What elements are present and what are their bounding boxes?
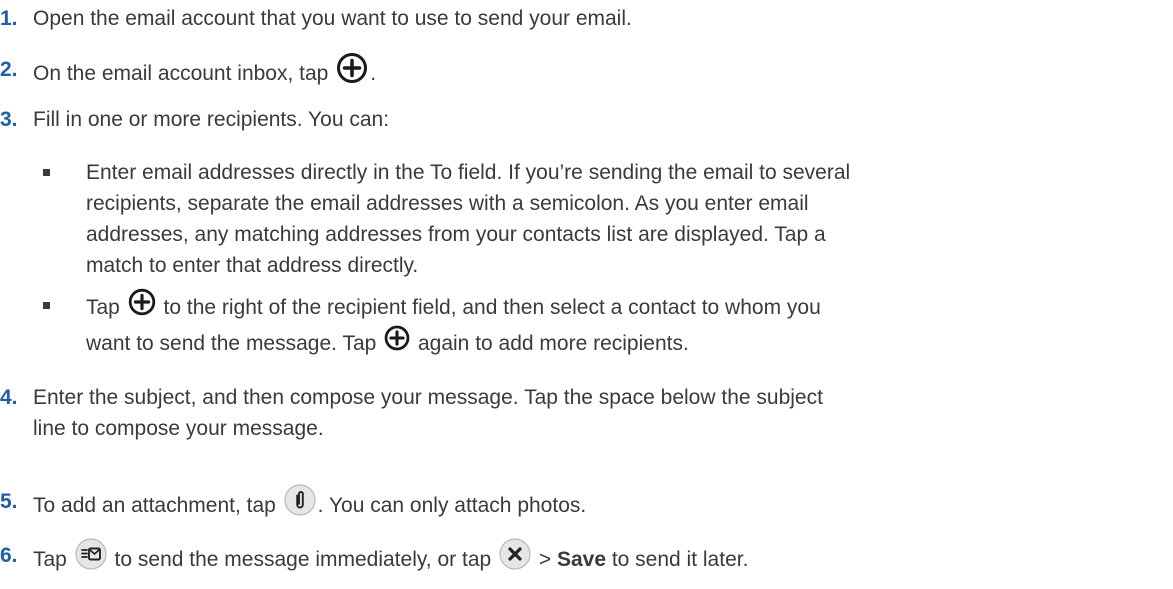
step-text: On the email account inbox, tap . [33, 52, 1170, 95]
step-text: Enter the subject, and then compose your… [33, 386, 823, 440]
paperclip-icon [284, 484, 316, 525]
close-circle-icon [499, 538, 531, 579]
step-number: 5. [0, 490, 18, 513]
plus-circle-icon [336, 52, 368, 93]
step-text: Open the email account that you want to … [33, 7, 632, 30]
bullet-marker [43, 302, 50, 309]
send-icon [75, 538, 107, 579]
bullet-text: Tap to the right of the recipient field,… [86, 288, 1168, 362]
plus-circle-icon [384, 325, 410, 360]
step-number: 2. [0, 58, 18, 81]
plus-circle-icon [128, 288, 156, 325]
save-label: Save [556, 548, 606, 572]
step-text: To add an attachment, tap . You can only… [33, 484, 1170, 527]
bullet-marker [43, 169, 50, 176]
step-number: 4. [0, 386, 18, 409]
step-text: Fill in one or more recipients. You can: [33, 108, 390, 131]
step-number: 1. [0, 7, 18, 30]
step-number: 6. [0, 544, 18, 567]
step-text: Tap to send the message immediately, or … [33, 538, 1170, 581]
bullet-text: Enter email addresses directly in the To… [86, 161, 851, 277]
step-number: 3. [0, 108, 18, 131]
instructions-document: 1. Open the email account that you want … [0, 0, 1173, 589]
